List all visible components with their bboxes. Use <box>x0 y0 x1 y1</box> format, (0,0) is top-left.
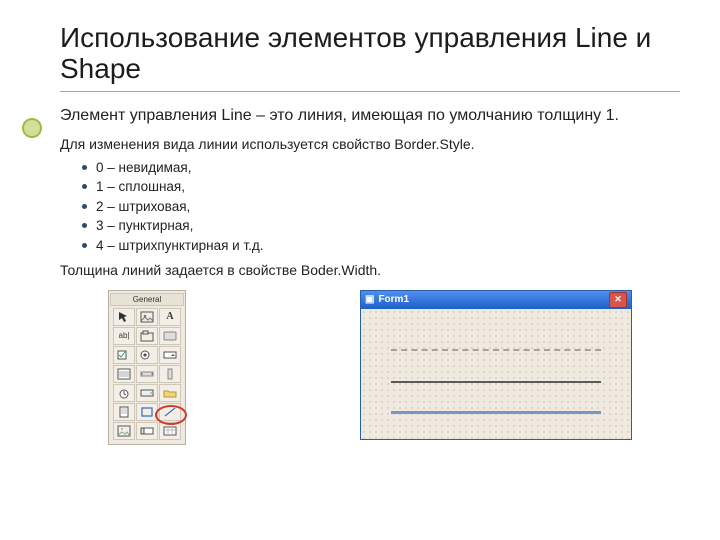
tool-pointer-icon[interactable] <box>113 308 135 326</box>
tool-picturebox-icon[interactable] <box>136 308 158 326</box>
tool-vscroll-icon[interactable] <box>159 365 181 383</box>
form-design-surface[interactable] <box>361 309 631 439</box>
tool-data-icon[interactable] <box>136 422 158 440</box>
tool-combobox-icon[interactable] <box>159 346 181 364</box>
list-item: 1 – сплошная, <box>82 177 680 197</box>
tool-textbox-icon[interactable]: ab| <box>113 327 135 345</box>
tool-image-icon[interactable] <box>113 422 135 440</box>
tool-checkbox-icon[interactable] <box>113 346 135 364</box>
tool-dirlist-icon[interactable] <box>159 384 181 402</box>
slide-title: Использование элементов управления Line … <box>60 22 680 85</box>
list-item: 4 – штрихпунктирная и т.д. <box>82 236 680 256</box>
borderstyle-paragraph: Для изменения вида линии используется св… <box>60 136 680 152</box>
tool-drive-icon[interactable] <box>136 384 158 402</box>
tool-ole-icon[interactable] <box>159 422 181 440</box>
list-item: 2 – штриховая, <box>82 197 680 217</box>
tool-label-icon[interactable]: A <box>159 308 181 326</box>
tool-hscroll-icon[interactable] <box>136 365 158 383</box>
form-title: Form1 <box>378 294 409 305</box>
sample-line-thick <box>391 411 601 414</box>
tool-timer-icon[interactable] <box>113 384 135 402</box>
form-icon: ▣ <box>365 294 374 305</box>
toolbox-title: General <box>110 293 184 306</box>
lead-paragraph: Элемент управления Line – это линия, име… <box>60 106 680 126</box>
list-item: 3 – пунктирная, <box>82 216 680 236</box>
tool-filelist-icon[interactable] <box>113 403 135 421</box>
sample-line-dashed <box>391 349 601 351</box>
tool-button-icon[interactable] <box>159 327 181 345</box>
title-underline <box>60 91 680 92</box>
tool-line-icon[interactable] <box>159 403 181 421</box>
tool-shape-icon[interactable] <box>136 403 158 421</box>
accent-dot-icon <box>22 118 42 138</box>
form-titlebar[interactable]: ▣ Form1 ✕ <box>361 291 631 309</box>
vb-form-window: ▣ Form1 ✕ <box>360 290 632 440</box>
sample-line-solid <box>391 381 601 383</box>
borderwidth-paragraph: Толщина линий задается в свойстве Boder.… <box>60 262 680 278</box>
close-button[interactable]: ✕ <box>609 292 627 308</box>
vb-toolbox: General A ab| <box>108 290 186 445</box>
tool-listbox-icon[interactable] <box>113 365 135 383</box>
list-item: 0 – невидимая, <box>82 158 680 178</box>
style-options-list: 0 – невидимая, 1 – сплошная, 2 – штрихов… <box>60 158 680 256</box>
tool-frame-icon[interactable] <box>136 327 158 345</box>
tool-option-icon[interactable] <box>136 346 158 364</box>
